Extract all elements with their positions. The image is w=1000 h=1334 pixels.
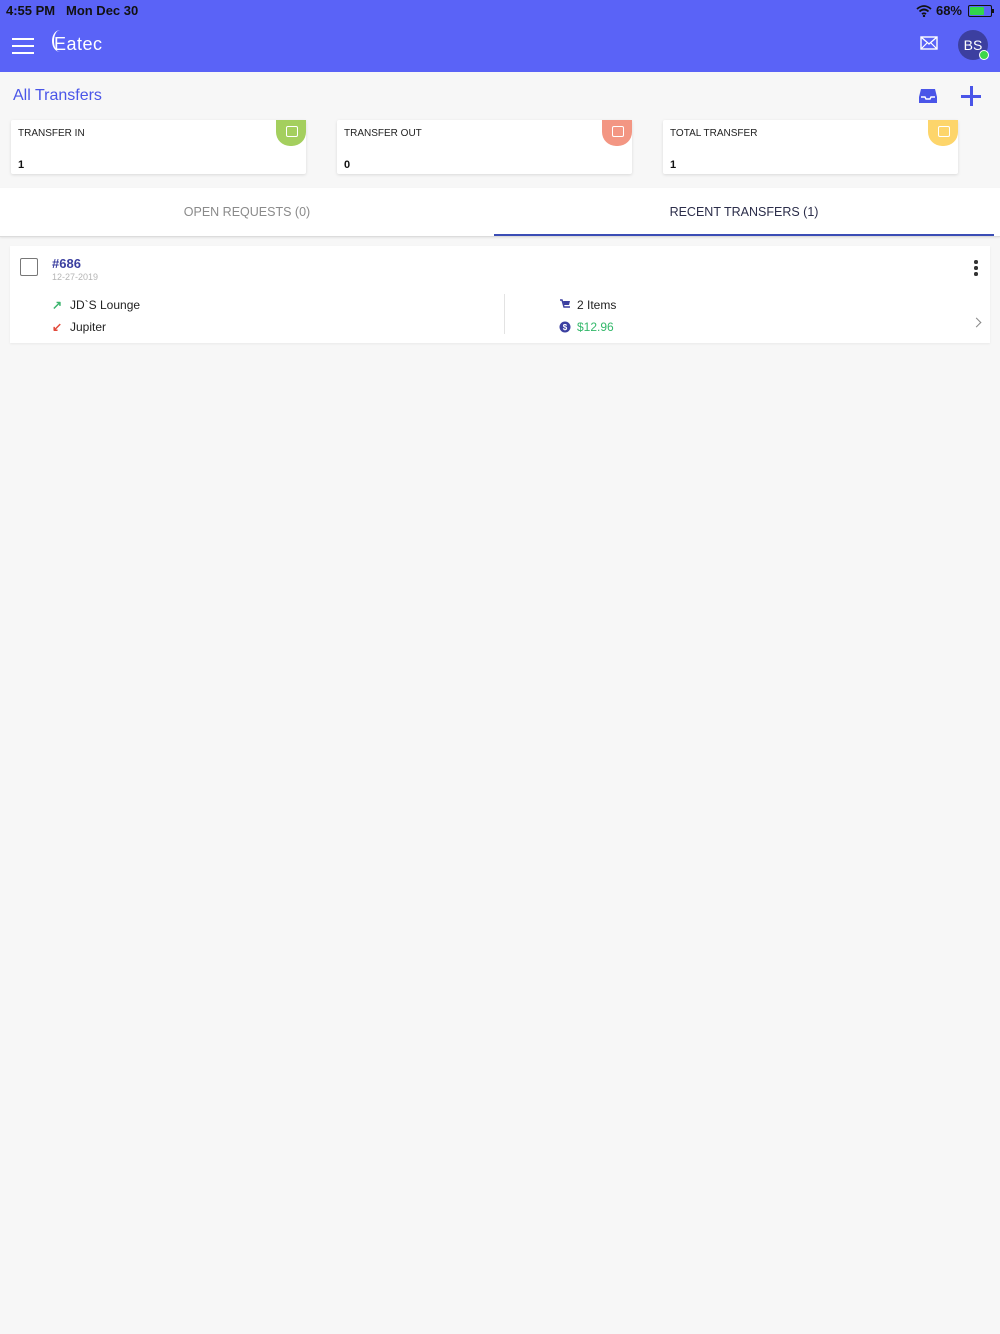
from-location-text: JD`S Lounge [70, 298, 141, 312]
transfer-card[interactable]: #686 12-27-2019 ↗ JD`S Lounge ↙ Jupiter 2 … [10, 246, 990, 343]
transfer-id: #686 [52, 256, 81, 271]
amount: $ $12.96 [559, 320, 614, 334]
app-logo: Eatec [52, 30, 103, 55]
arrow-up-right-icon: ↗ [52, 298, 63, 312]
online-status-dot [979, 50, 989, 60]
battery-percent: 68% [935, 3, 962, 18]
mail-icon[interactable] [920, 36, 938, 50]
stat-value: 1 [670, 159, 677, 171]
tab-bar: OPEN REQUESTS (0) RECENT TRANSFERS (1) [0, 188, 1000, 237]
item-count: 2 Items [559, 298, 616, 312]
status-time: 4:55 PM Mon Dec 30 [6, 3, 138, 18]
status-bar: 4:55 PM Mon Dec 30 68% [0, 0, 1000, 20]
stat-label: TRANSFER OUT [344, 128, 422, 139]
arrow-down-left-icon: ↙ [52, 320, 63, 334]
battery-icon [968, 4, 994, 17]
inbox-icon[interactable] [918, 88, 938, 104]
transfer-out-icon [602, 120, 632, 146]
cart-icon [560, 299, 570, 308]
more-options-icon[interactable] [974, 260, 978, 276]
tab-recent-transfers[interactable]: RECENT TRANSFERS (1) [494, 188, 994, 236]
stat-value: 1 [18, 159, 25, 171]
tab-open-requests[interactable]: OPEN REQUESTS (0) [0, 188, 494, 236]
to-location: ↙ Jupiter [52, 320, 106, 334]
svg-text:$: $ [563, 323, 568, 332]
add-transfer-button[interactable] [961, 86, 981, 106]
stat-value: 0 [344, 159, 351, 171]
menu-icon[interactable] [12, 38, 34, 54]
status-date-text: Mon Dec 30 [65, 3, 139, 18]
from-location: ↗ JD`S Lounge [52, 298, 140, 312]
select-checkbox[interactable] [20, 258, 38, 276]
stat-label: TOTAL TRANSFER [670, 128, 758, 139]
wifi-icon [916, 4, 932, 17]
chevron-right-icon[interactable] [971, 317, 982, 328]
avatar[interactable]: BS [958, 30, 989, 60]
stat-card-total-transfer[interactable]: TOTAL TRANSFER 1 [663, 120, 958, 174]
transfer-in-icon [276, 120, 306, 146]
to-location-text: Jupiter [70, 320, 107, 334]
amount-text: $12.96 [577, 320, 614, 334]
dollar-icon: $ [559, 321, 571, 333]
transfer-date: 12-27-2019 [52, 272, 99, 282]
stat-card-transfer-in[interactable]: TRANSFER IN 1 [11, 120, 306, 174]
status-time-text: 4:55 PM [6, 3, 56, 18]
stat-card-transfer-out[interactable]: TRANSFER OUT 0 [337, 120, 632, 174]
page-title: All Transfers [13, 87, 102, 104]
item-count-text: 2 Items [577, 298, 617, 312]
status-right: 68% [916, 3, 994, 18]
divider [504, 294, 505, 334]
total-transfer-icon [928, 120, 958, 146]
app-bar: Eatec BS [0, 20, 1000, 72]
stat-label: TRANSFER IN [18, 128, 85, 139]
